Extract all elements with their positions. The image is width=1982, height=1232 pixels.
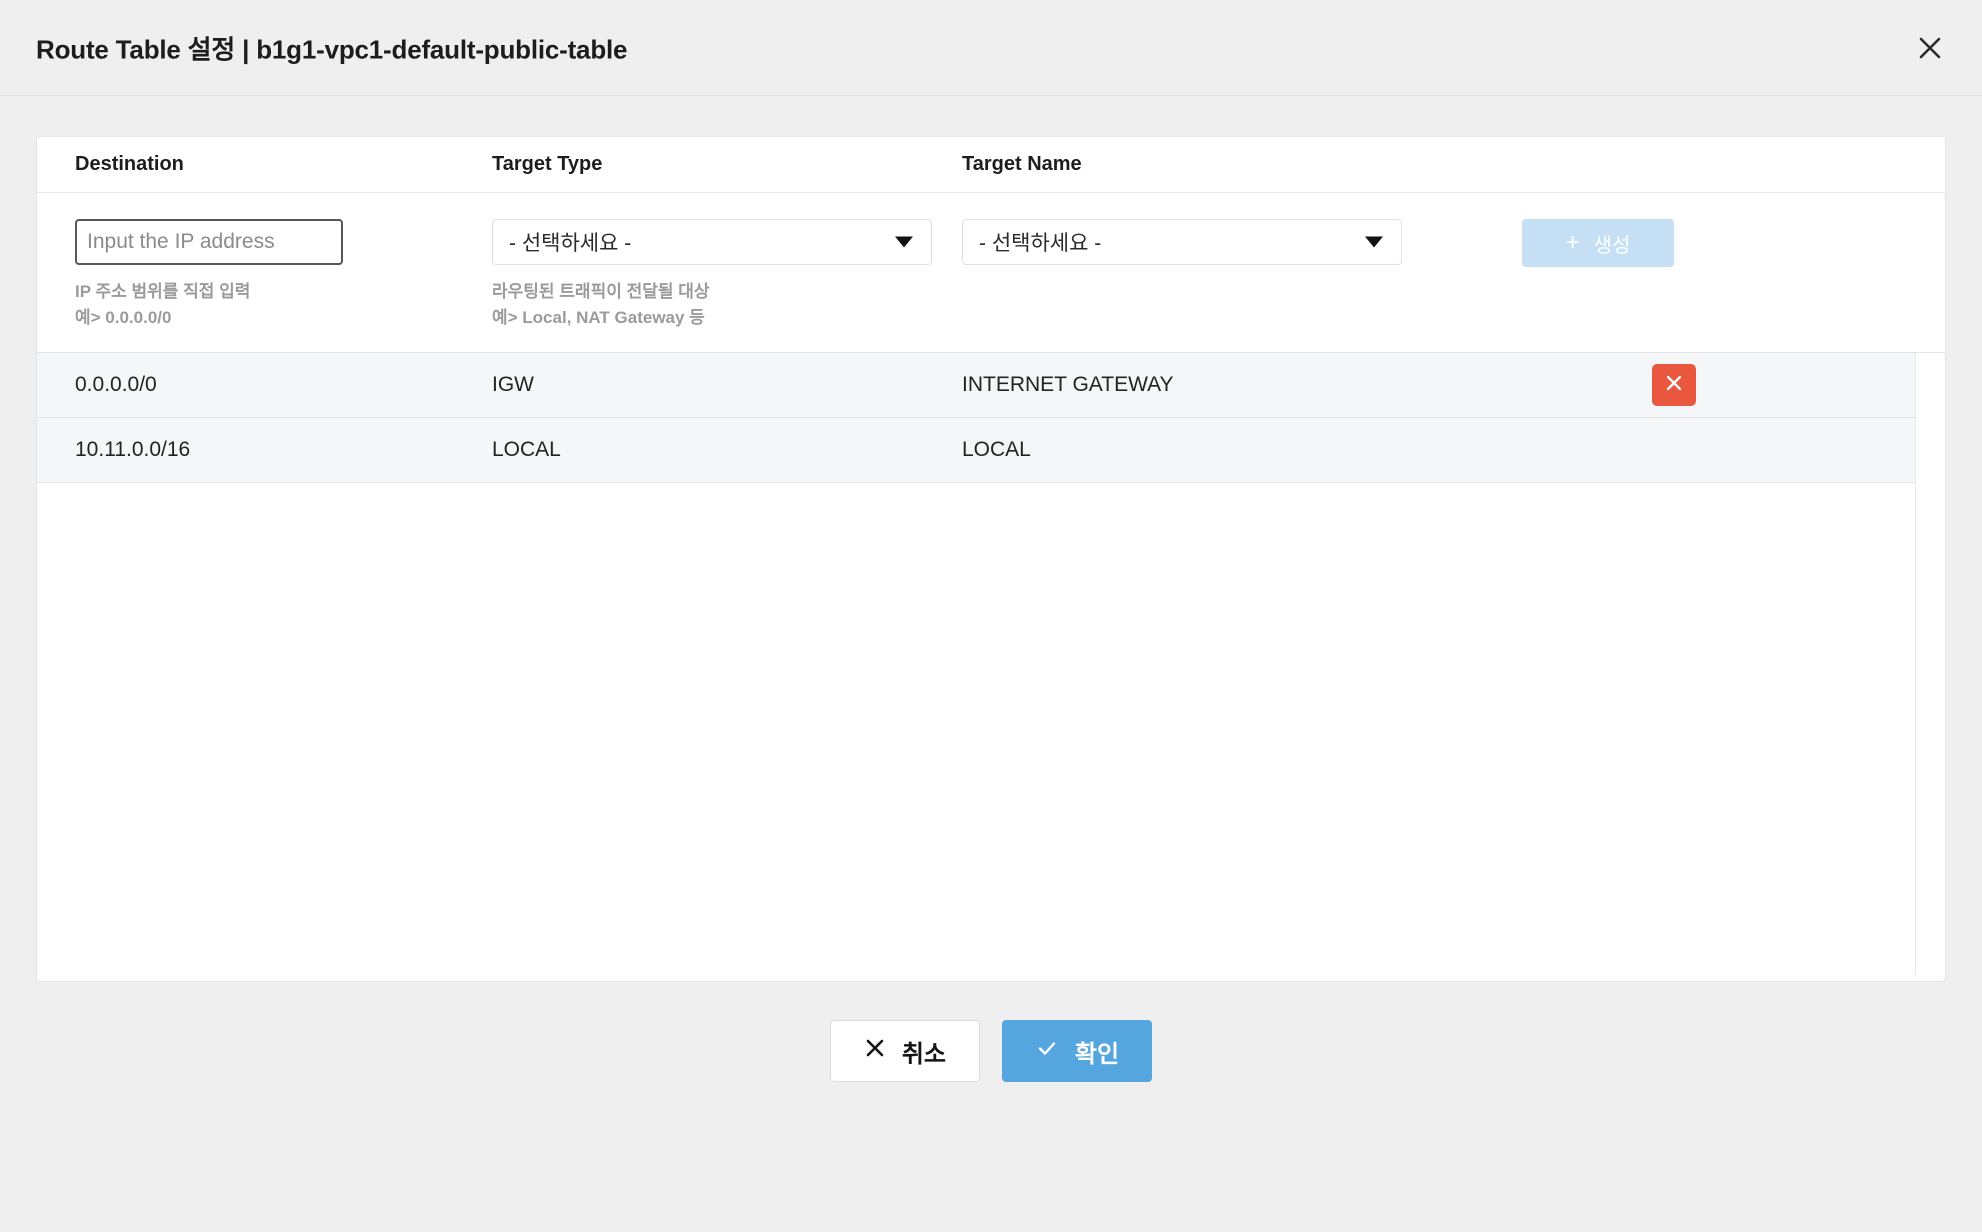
destination-field-group: IP 주소 범위를 직접 입력 예> 0.0.0.0/0 [37, 219, 492, 332]
chevron-down-icon [895, 236, 913, 248]
create-action-cell: + 생성 [1522, 219, 1945, 267]
row-target-name: LOCAL [962, 437, 1031, 461]
chevron-down-icon [1365, 236, 1383, 248]
create-route-button[interactable]: + 생성 [1522, 219, 1674, 267]
table-row[interactable]: 10.11.0.0/16 LOCAL LOCAL [37, 417, 1915, 483]
row-target-name: INTERNET GATEWAY [962, 372, 1174, 396]
row-destination: 10.11.0.0/16 [75, 437, 191, 461]
vertical-scrollbar[interactable] [1915, 352, 1945, 975]
close-icon [1663, 372, 1685, 397]
row-target-type: LOCAL [492, 437, 561, 461]
destination-input[interactable] [75, 219, 343, 265]
route-table-panel: Destination Target Type Target Name IP 주… [36, 136, 1946, 982]
target-name-field-group: - 선택하세요 - [962, 219, 1522, 265]
confirm-button[interactable]: 확인 [1001, 1020, 1153, 1082]
target-name-selected-value: - 선택하세요 - [979, 232, 1102, 255]
column-header-target-name: Target Name [962, 153, 1082, 175]
target-type-helper-line-1: 라우팅된 트래픽이 전달될 대상 [492, 282, 710, 301]
plus-icon: + [1565, 229, 1580, 256]
destination-helper-text: IP 주소 범위를 직접 입력 예> 0.0.0.0/0 [75, 279, 492, 332]
route-rows-body: 0.0.0.0/0 IGW INTERNET GATEWAY 10.11.0.0… [37, 352, 1915, 975]
destination-helper-line-1: IP 주소 범위를 직접 입력 [75, 282, 251, 301]
row-target-type: IGW [492, 372, 534, 396]
target-type-helper-text: 라우팅된 트래픽이 전달될 대상 예> Local, NAT Gateway 등 [492, 279, 962, 332]
destination-helper-line-2: 예> 0.0.0.0/0 [75, 308, 172, 328]
close-icon [864, 1037, 886, 1066]
column-header-destination: Destination [75, 153, 184, 175]
route-entry-form-row: IP 주소 범위를 직접 입력 예> 0.0.0.0/0 - 선택하세요 - 라… [37, 193, 1945, 353]
close-icon [1915, 33, 1945, 63]
target-name-select[interactable]: - 선택하세요 - [962, 219, 1402, 265]
close-button[interactable] [1908, 26, 1952, 70]
row-action-cell [1522, 363, 1915, 406]
target-type-select[interactable]: - 선택하세요 - [492, 219, 932, 265]
route-rows-area: 0.0.0.0/0 IGW INTERNET GATEWAY 10.11.0.0… [37, 352, 1945, 975]
row-destination: 0.0.0.0/0 [75, 372, 157, 396]
target-type-helper-line-2: 예> Local, NAT Gateway 등 [492, 308, 705, 328]
cancel-button[interactable]: 취소 [829, 1020, 980, 1082]
column-header-target-type: Target Type [492, 153, 603, 175]
table-header-row: Destination Target Type Target Name [37, 137, 1945, 193]
create-route-button-label: 생성 [1593, 234, 1631, 257]
page-title: Route Table 설정 | b1g1-vpc1-default-publi… [36, 34, 628, 64]
check-icon [1035, 1036, 1059, 1067]
target-type-selected-value: - 선택하세요 - [509, 232, 632, 255]
target-type-field-group: - 선택하세요 - 라우팅된 트래픽이 전달될 대상 예> Local, NAT… [492, 219, 962, 332]
modal-header: Route Table 설정 | b1g1-vpc1-default-publi… [0, 0, 1982, 96]
cancel-button-label: 취소 [901, 1040, 946, 1068]
modal-footer: 취소 확인 [0, 1020, 1982, 1082]
table-row[interactable]: 0.0.0.0/0 IGW INTERNET GATEWAY [37, 352, 1915, 418]
confirm-button-label: 확인 [1074, 1040, 1120, 1068]
delete-route-button[interactable] [1652, 363, 1696, 406]
